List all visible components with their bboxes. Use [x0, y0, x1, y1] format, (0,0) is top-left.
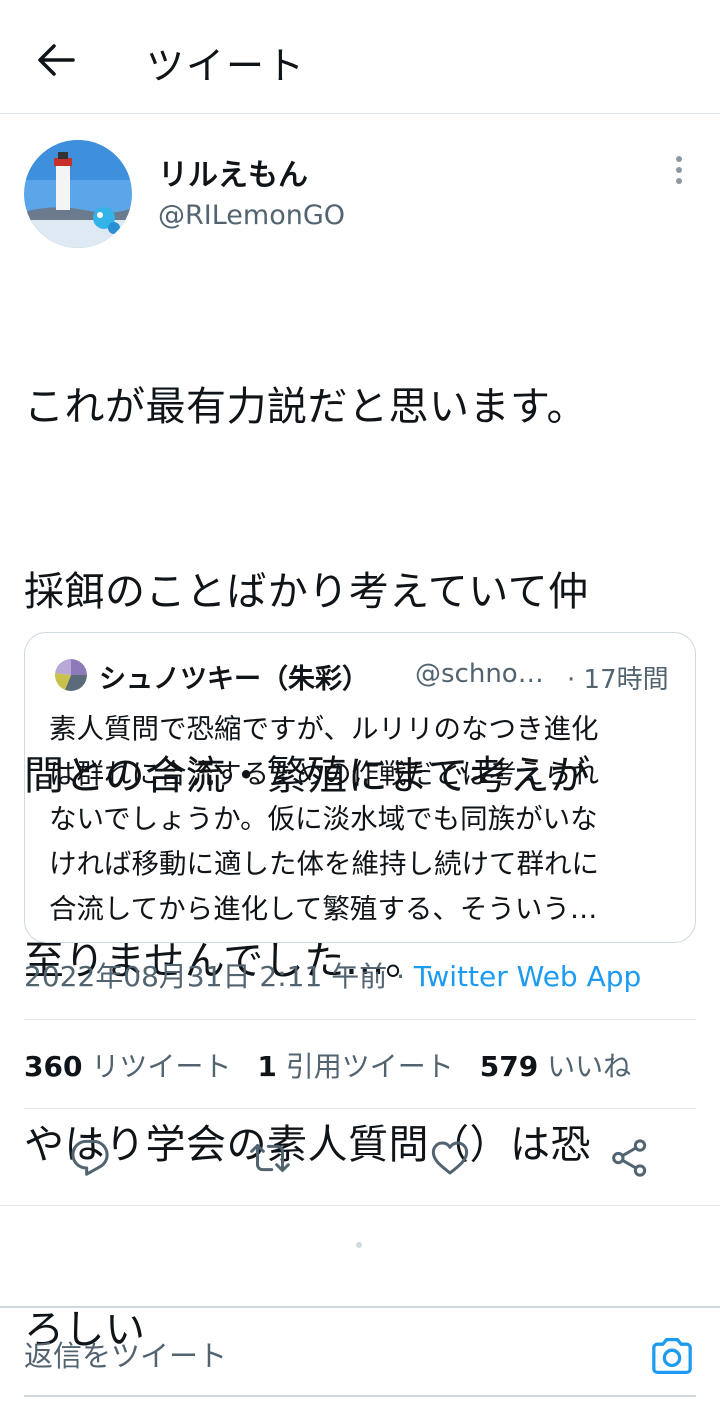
camera-icon	[652, 1338, 692, 1374]
source-app-link[interactable]: Twitter Web App	[414, 960, 641, 993]
quote-line: 素人質問で恐縮ですが、ルリリのなつき進化	[49, 713, 599, 745]
more-options-button[interactable]	[664, 152, 694, 188]
more-dot-icon	[676, 156, 682, 162]
quote-line: ないでしょうか。仮に淡水域でも同族がいな	[49, 803, 598, 835]
tweet-line: 採餌のことばかり考えていて仲	[24, 568, 589, 615]
author-name[interactable]: リルえもん	[158, 150, 308, 194]
quote-line: は群れに合流するための作戦だとは考えられ	[49, 758, 599, 790]
more-dot-icon	[676, 178, 682, 184]
tweet-datetime[interactable]: 2022年08月31日 2:11 午前	[24, 960, 387, 993]
author-avatar[interactable]	[24, 140, 132, 248]
quote-text: 素人質問で恐縮ですが、ルリリのなつき進化 は群れに合流するための作戦だとは考えら…	[49, 707, 679, 932]
page-title: ツイート	[146, 44, 307, 88]
reply-button[interactable]	[66, 1134, 114, 1182]
tweet-meta: 2022年08月31日 2:11 午前 · Twitter Web App	[24, 955, 641, 995]
pie-avatar-image	[55, 659, 87, 691]
arrow-left-icon	[38, 44, 75, 76]
loading-indicator	[356, 1242, 362, 1248]
retweet-button[interactable]	[246, 1134, 294, 1182]
quote-stat[interactable]: 1 引用ツイート	[257, 1050, 479, 1083]
quote-line: 合流してから進化して繁殖する、そういう…	[49, 893, 598, 925]
top-bar: ツイート	[0, 0, 720, 114]
retweet-stat[interactable]: 360 リツイート	[24, 1050, 257, 1083]
quoted-tweet-card[interactable]: シュノツキー（朱彩） @schno… · 17時間 素人質問で恐縮ですが、ルリリ…	[24, 632, 696, 943]
share-button[interactable]	[606, 1134, 654, 1182]
camera-button[interactable]	[648, 1332, 696, 1380]
divider	[0, 1205, 720, 1206]
divider	[24, 1108, 696, 1109]
quote-author-name: シュノツキー（朱彩）	[99, 664, 369, 695]
more-dot-icon	[676, 167, 682, 173]
like-label: いいね	[547, 1050, 632, 1083]
lighthouse-avatar-image	[24, 140, 132, 248]
heart-icon	[431, 1141, 469, 1175]
retweet-count: 360	[24, 1050, 83, 1083]
action-bar	[0, 1110, 720, 1206]
reply-input[interactable]: 返信をツイート	[24, 1326, 624, 1386]
like-count: 579	[479, 1050, 539, 1083]
author-handle[interactable]: @RILemonGO	[158, 200, 345, 231]
quote-line: ければ移動に適した体を維持し続けて群れに	[49, 848, 599, 880]
tweet-stats: 360 リツイート 1 引用ツイート 579 いいね	[24, 1045, 657, 1085]
like-stat[interactable]: 579 いいね	[480, 1050, 657, 1083]
retweet-icon	[250, 1144, 290, 1172]
quote-author-avatar	[55, 659, 87, 691]
quote-label: 引用ツイート	[285, 1050, 454, 1083]
quote-timestamp: · 17時間	[567, 665, 669, 695]
reply-icon	[71, 1139, 109, 1176]
tweet-line: これが最有力説だと思います。	[24, 384, 587, 430]
share-icon	[612, 1139, 647, 1177]
like-button[interactable]	[426, 1134, 474, 1182]
meta-separator: ·	[387, 960, 414, 993]
retweet-label: リツイート	[91, 1050, 232, 1083]
back-button[interactable]	[30, 36, 82, 84]
reply-input-underline	[24, 1395, 696, 1397]
divider	[24, 1019, 696, 1020]
quote-author-handle: @schno…	[415, 659, 544, 689]
quote-count: 1	[257, 1050, 277, 1083]
